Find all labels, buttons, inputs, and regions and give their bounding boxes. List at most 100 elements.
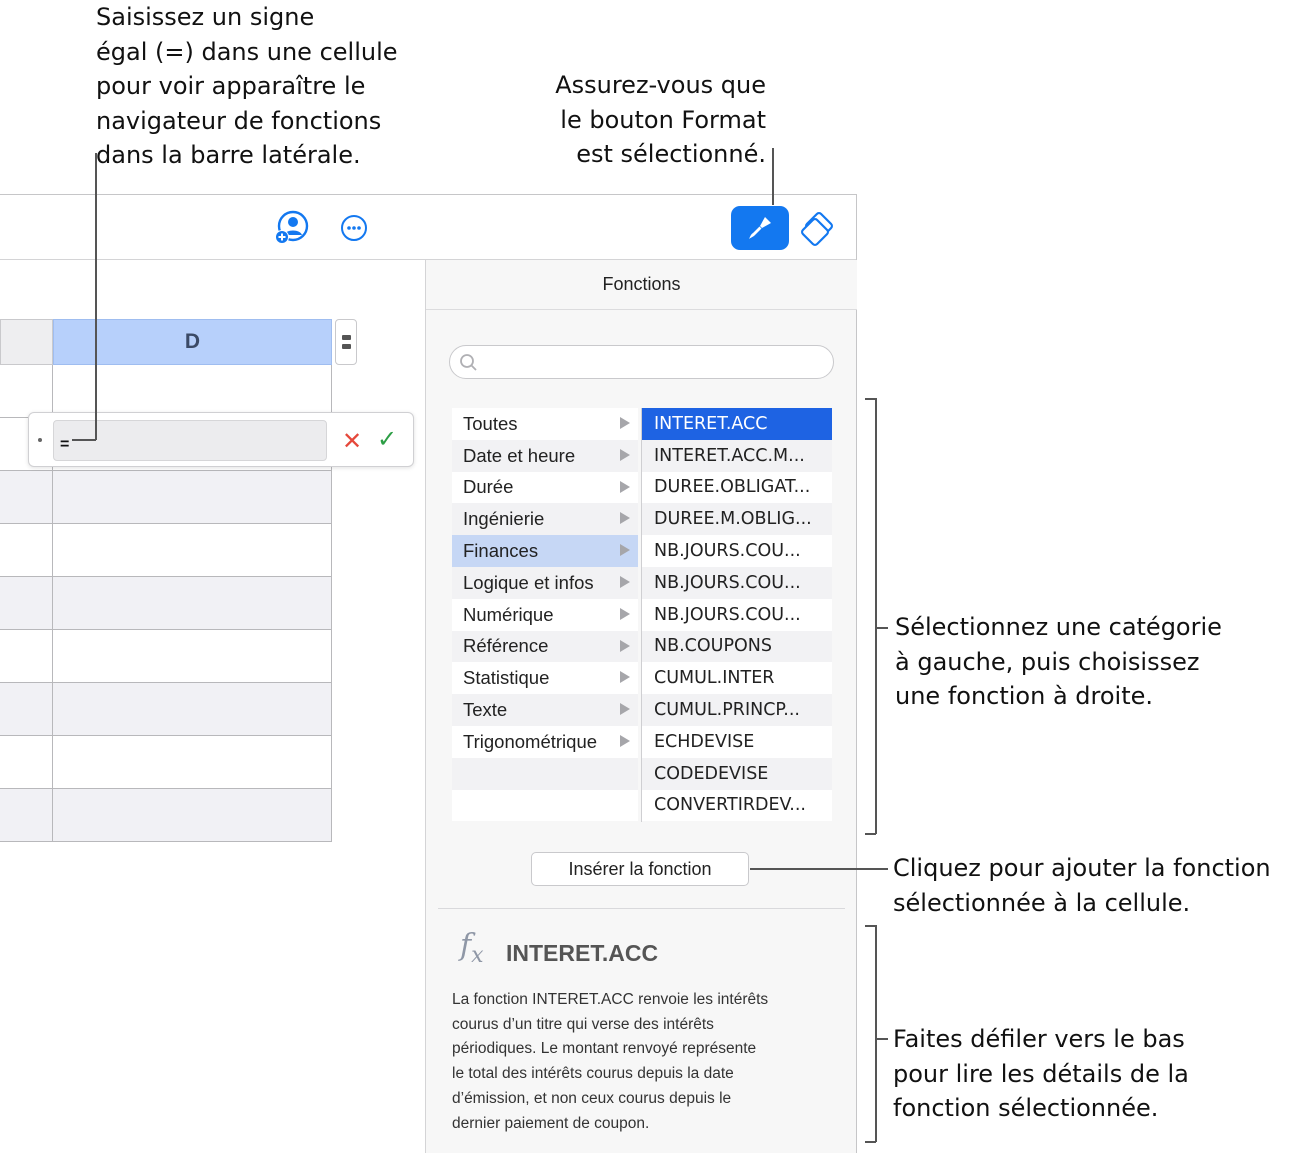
- table-row: [0, 365, 332, 418]
- callout-select-category: Sélectionnez une catégorie à gauche, pui…: [895, 613, 1222, 710]
- function-item[interactable]: INTERET.ACC: [642, 408, 832, 440]
- table-cell[interactable]: [0, 789, 53, 841]
- callout-line: [72, 439, 96, 441]
- format-paintbrush-icon[interactable]: [731, 206, 789, 250]
- table-cell[interactable]: [0, 524, 53, 576]
- category-item[interactable]: Date et heure: [452, 439, 638, 472]
- category-label: Finances: [463, 540, 539, 562]
- callout-line: [865, 833, 876, 835]
- callout-scroll-details: Faites défiler vers le bas pour lire les…: [893, 1025, 1189, 1122]
- disclosure-arrow-icon: [620, 544, 630, 557]
- category-label: Trigonométrique: [463, 730, 598, 752]
- callout-line: [865, 1141, 876, 1143]
- disclosure-arrow-icon: [620, 735, 630, 747]
- toolbar: [0, 195, 856, 260]
- disclosure-arrow-icon: [620, 480, 630, 493]
- accept-icon[interactable]: ✓: [377, 425, 397, 454]
- disclosure-arrow-icon: [620, 448, 630, 461]
- table-row: [0, 524, 332, 577]
- callout-line: [750, 868, 888, 870]
- function-search-input[interactable]: [449, 345, 834, 379]
- category-item[interactable]: Toutes: [452, 408, 638, 440]
- table-row: [0, 630, 332, 683]
- table-cell[interactable]: [0, 365, 53, 417]
- column-header-c[interactable]: [0, 319, 53, 365]
- divider: [438, 908, 845, 909]
- category-item[interactable]: Numérique: [452, 598, 638, 631]
- category-item[interactable]: Référence: [452, 630, 638, 663]
- category-item[interactable]: Ingénierie: [452, 503, 638, 536]
- function-item[interactable]: CUMUL.INTER: [642, 662, 832, 695]
- category-label: Toutes: [463, 412, 518, 434]
- table-cell[interactable]: [53, 789, 332, 841]
- table-cell[interactable]: [53, 630, 332, 682]
- function-item[interactable]: ECHDEVISE: [642, 726, 832, 758]
- category-item[interactable]: Texte: [452, 694, 638, 726]
- disclosure-arrow-icon: [620, 576, 630, 588]
- category-item[interactable]: Trigonométrique: [452, 726, 638, 758]
- disclosure-arrow-icon: [620, 417, 630, 429]
- table-cell[interactable]: [0, 471, 53, 523]
- functions-sidebar: Fonctions Toutes Date et heure Durée Ingéni…: [425, 260, 857, 1153]
- function-item[interactable]: CONVERTIRDEV...: [642, 789, 832, 822]
- disclosure-arrow-icon: [620, 607, 630, 620]
- category-item[interactable]: Finances: [452, 535, 638, 567]
- category-label: Durée: [463, 476, 514, 498]
- callout-insert-function: Cliquez pour ajouter la fonction sélecti…: [893, 854, 1271, 917]
- function-item[interactable]: DUREE.M.OBLIG...: [642, 503, 832, 536]
- table-row: [0, 789, 332, 842]
- callout-line: [876, 1038, 888, 1040]
- organize-icon[interactable]: [797, 209, 837, 249]
- table-cell[interactable]: [0, 630, 53, 682]
- function-item[interactable]: NB.JOURS.COU...: [642, 535, 832, 567]
- function-item[interactable]: CUMUL.PRINCP...: [642, 694, 832, 726]
- function-item[interactable]: DUREE.OBLIGAT...: [642, 471, 832, 504]
- table-cell[interactable]: [0, 736, 53, 788]
- callout-line: [876, 627, 888, 629]
- sidebar-title: Fonctions: [426, 260, 857, 310]
- table-cell[interactable]: [53, 736, 332, 788]
- category-label: Statistique: [463, 667, 550, 689]
- table-cell[interactable]: [53, 683, 332, 735]
- table-cell[interactable]: [53, 471, 332, 523]
- function-detail-title: INTERET.ACC: [506, 940, 659, 966]
- function-list: INTERET.ACC INTERET.ACC.M... DUREE.OBLIGAT…: [641, 408, 832, 822]
- disclosure-arrow-icon: [620, 671, 630, 684]
- disclosure-arrow-icon: [620, 512, 630, 525]
- category-label: Logique et infos: [463, 571, 594, 593]
- category-label: Référence: [463, 635, 549, 657]
- function-item[interactable]: INTERET.ACC.M...: [642, 439, 832, 472]
- table-cell[interactable]: [53, 524, 332, 576]
- collaborate-icon[interactable]: [274, 210, 310, 246]
- insert-function-button[interactable]: Insérer la fonction: [531, 852, 749, 886]
- column-handle-icon[interactable]: [335, 319, 357, 365]
- table-row: [0, 736, 332, 789]
- category-label: Numérique: [463, 603, 554, 625]
- function-item[interactable]: CODEDEVISE: [642, 757, 832, 790]
- category-empty-row: [452, 789, 638, 822]
- table-cell[interactable]: [0, 577, 53, 629]
- drag-handle-icon[interactable]: [38, 438, 42, 442]
- app-window: D Fonctions Toutes Date et heure Durée Ingé…: [0, 194, 857, 1153]
- category-item[interactable]: Statistique: [452, 662, 638, 695]
- table-row: [0, 683, 332, 736]
- table-cell[interactable]: [53, 577, 332, 629]
- category-item[interactable]: Durée: [452, 471, 638, 504]
- disclosure-arrow-icon: [620, 703, 630, 716]
- category-label: Texte: [463, 699, 508, 721]
- function-item[interactable]: NB.JOURS.COU...: [642, 598, 832, 631]
- table-cell[interactable]: [0, 683, 53, 735]
- table-row: [0, 471, 332, 524]
- callout-line: [95, 153, 97, 440]
- more-icon[interactable]: [338, 212, 370, 244]
- cancel-icon[interactable]: ✕: [342, 427, 362, 456]
- function-item[interactable]: NB.COUPONS: [642, 630, 832, 663]
- category-item[interactable]: Logique et infos: [452, 567, 638, 599]
- search-icon: [460, 354, 477, 371]
- function-browser: Toutes Date et heure Durée Ingénierie Financ…: [452, 408, 832, 822]
- disclosure-arrow-icon: [620, 639, 630, 652]
- category-label: Ingénierie: [463, 508, 545, 530]
- function-item[interactable]: NB.JOURS.COU...: [642, 567, 832, 599]
- table-row: [0, 577, 332, 630]
- callout-line: [772, 148, 774, 205]
